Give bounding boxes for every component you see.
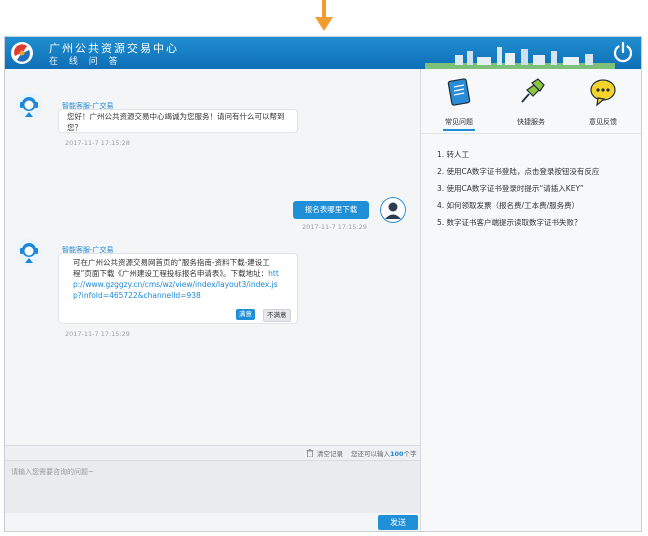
tab-feedback[interactable]: 意见反馈 <box>573 77 633 126</box>
trash-icon[interactable] <box>306 449 314 457</box>
city-skyline-icon <box>425 47 615 69</box>
faq-item[interactable]: 2. 使用CA数字证书登陆，点击登录按钮没有反应 <box>437 166 599 177</box>
tab-label: 意见反馈 <box>589 118 617 126</box>
bot-avatar-icon <box>16 93 42 119</box>
tab-quick-service[interactable]: 快捷服务 <box>501 77 561 126</box>
document-icon <box>447 78 471 106</box>
message-text: 可在广州公共资源交易网首页的“服务指南-资料下载-建设工程”页面下载《广州建设工… <box>73 258 270 278</box>
faq-item[interactable]: 1. 转人工 <box>437 149 469 160</box>
clear-history-button[interactable]: 清空记录 <box>317 448 343 458</box>
tab-label: 常见问题 <box>445 118 473 126</box>
app-subtitle: 在 线 问 答 <box>49 57 122 67</box>
chat-area: 智能客服-广交易 您好！广州公共资源交易中心竭诚为您服务！请问有什么可以帮到您？… <box>5 69 420 445</box>
tab-label: 快捷服务 <box>517 118 545 126</box>
faq-item[interactable]: 3. 使用CA数字证书登录时提示“请插入KEY” <box>437 183 584 194</box>
tab-faq[interactable]: 常见问题 <box>429 77 489 131</box>
satisfied-button[interactable]: 满意 <box>236 309 255 320</box>
send-button[interactable]: 发送 <box>378 515 418 530</box>
chat-window: 广州公共资源交易中心 在 线 问 答 智能客服-广交易 您好！广州公共资源交易中… <box>4 36 642 532</box>
pin-icon <box>521 78 545 103</box>
unsatisfied-button[interactable]: 不满意 <box>263 309 291 322</box>
message-time: 2017-11-7 17:15:28 <box>65 139 130 147</box>
bot-avatar-icon <box>16 239 42 265</box>
divider <box>421 133 641 134</box>
active-tab-indicator <box>443 129 475 131</box>
char-limit-count: 100 <box>390 450 404 458</box>
bot-message-bubble: 您好！广州公共资源交易中心竭诚为您服务！请问有什么可以帮到您？ <box>58 109 298 133</box>
char-limit-text: 您还可以输入100个字 <box>351 448 417 458</box>
pointer-arrow-icon <box>315 0 333 31</box>
logo-icon <box>11 42 33 64</box>
char-limit-suffix: 个字 <box>403 450 417 458</box>
message-time: 2017-11-7 17:15:29 <box>302 223 367 231</box>
power-icon[interactable] <box>611 40 635 64</box>
user-message-bubble: 报名表哪里下载 <box>293 201 369 219</box>
user-avatar-icon <box>380 197 406 223</box>
input-placeholder: 请输入您需要咨询的问题~ <box>11 468 94 476</box>
char-limit-prefix: 您还可以输入 <box>351 450 390 458</box>
faq-item[interactable]: 5. 数字证书客户端提示读取数字证书失败？ <box>437 217 582 228</box>
faq-item[interactable]: 4. 如何领取发票（报名费/工本费/服务费） <box>437 200 579 211</box>
speech-bubble-icon <box>590 79 616 107</box>
bot-message-bubble: 可在广州公共资源交易网首页的“服务指南-资料下载-建设工程”页面下载《广州建设工… <box>58 253 298 324</box>
message-input[interactable]: 请输入您需要咨询的问题~ <box>5 460 420 513</box>
input-toolbar: 清空记录 您还可以输入100个字 <box>5 445 420 460</box>
side-panel: 常见问题 快捷服务 意见反馈 1. 转人工 2. 使用CA数字证书登陆，点击登录… <box>420 69 641 531</box>
header-banner: 广州公共资源交易中心 在 线 问 答 <box>5 37 641 69</box>
message-time: 2017-11-7 17:15:29 <box>65 330 130 338</box>
